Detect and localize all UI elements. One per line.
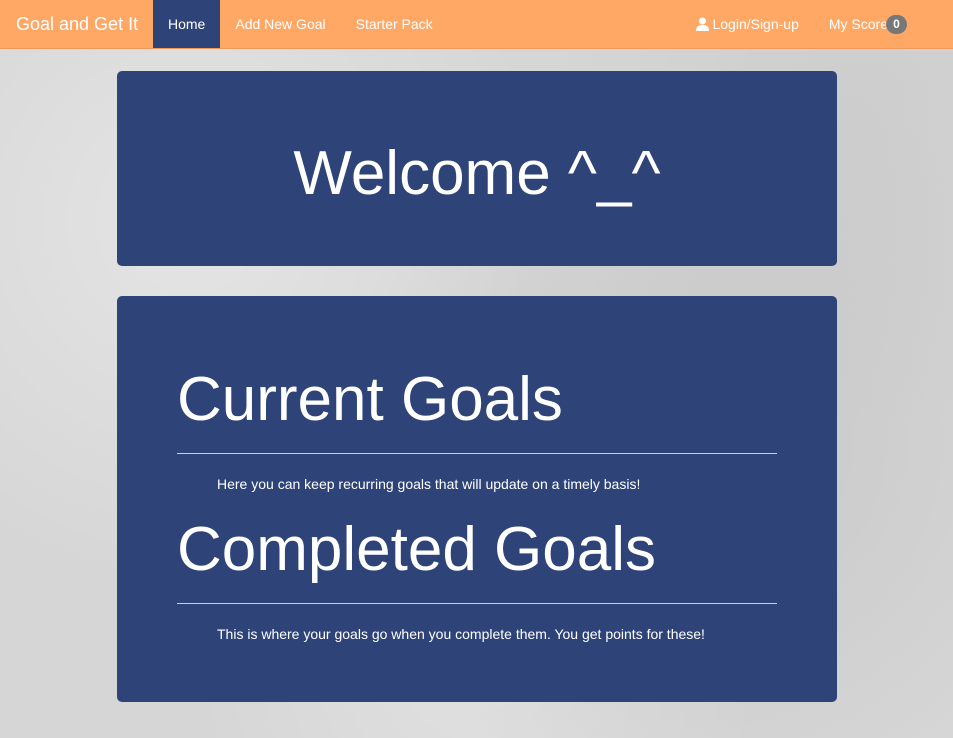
my-score-link[interactable]: My Score 0 bbox=[814, 0, 922, 48]
completed-goals-title: Completed Goals bbox=[177, 515, 657, 584]
nav-right: Login/Sign-up My Score 0 bbox=[681, 0, 953, 48]
login-signup-label: Login/Sign-up bbox=[712, 16, 799, 32]
score-badge: 0 bbox=[886, 14, 907, 34]
navbar: Goal and Get It Home Add New Goal Starte… bbox=[0, 0, 953, 49]
completed-goals-description: This is where your goals go when you com… bbox=[217, 626, 705, 642]
nav-left: Home Add New Goal Starter Pack bbox=[153, 0, 448, 48]
current-goals-description: Here you can keep recurring goals that w… bbox=[217, 476, 641, 492]
welcome-panel: Welcome ^_^ bbox=[117, 71, 837, 266]
brand-link[interactable]: Goal and Get It bbox=[0, 0, 153, 48]
my-score-label: My Score bbox=[828, 16, 888, 32]
completed-goals-divider bbox=[177, 603, 777, 604]
nav-item-starter-pack[interactable]: Starter Pack bbox=[341, 0, 448, 48]
user-icon bbox=[696, 17, 710, 31]
login-signup-link[interactable]: Login/Sign-up bbox=[681, 0, 813, 48]
goals-panel: Current Goals Here you can keep recurrin… bbox=[117, 296, 837, 702]
current-goals-title: Current Goals bbox=[177, 365, 563, 434]
nav-item-add-new-goal[interactable]: Add New Goal bbox=[220, 0, 340, 48]
welcome-title: Welcome ^_^ bbox=[293, 139, 661, 208]
current-goals-divider bbox=[177, 453, 777, 454]
nav-item-home[interactable]: Home bbox=[153, 0, 221, 48]
